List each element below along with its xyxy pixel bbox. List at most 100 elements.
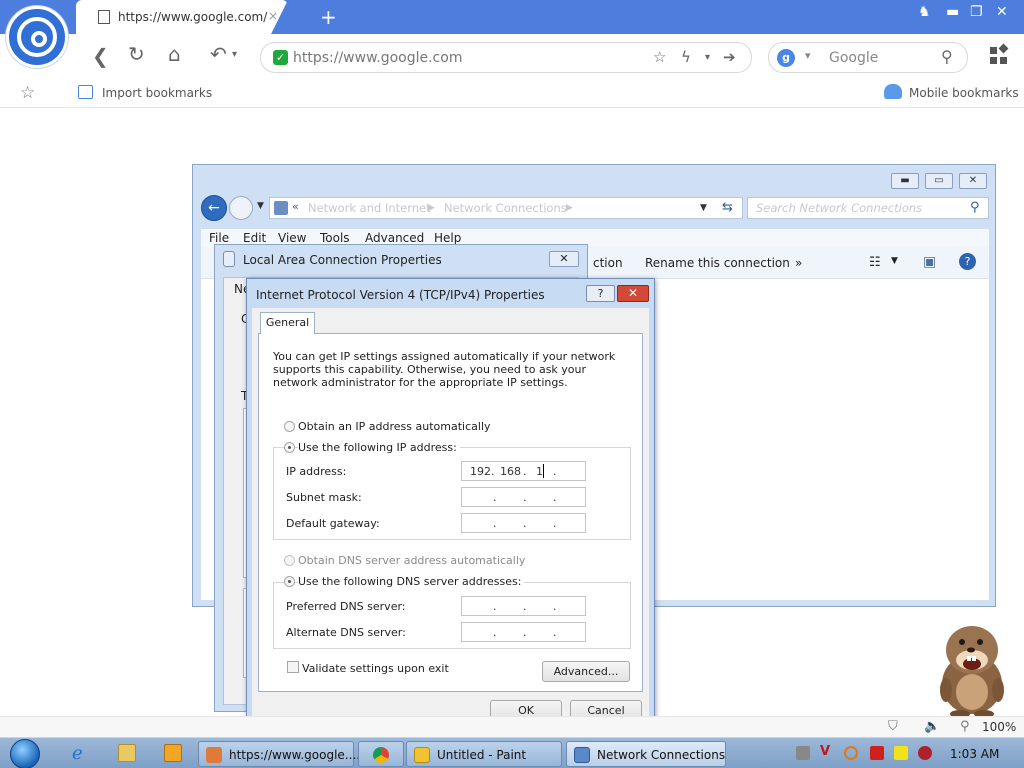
zoom-icon[interactable]: ⚲ — [960, 719, 970, 734]
forward-arrow-icon[interactable] — [229, 196, 253, 220]
taskbar-item-network-connections[interactable]: Network Connections — [566, 741, 726, 767]
menu-help[interactable]: Help — [434, 231, 461, 245]
menu-file[interactable]: File — [209, 231, 229, 245]
restore-icon[interactable]: ❐ — [970, 4, 983, 20]
close-button[interactable]: ✕ — [617, 285, 649, 302]
menu-edit[interactable]: Edit — [243, 231, 266, 245]
menu-view[interactable]: View — [278, 231, 306, 245]
zoom-level[interactable]: 100% — [982, 720, 1016, 734]
help-button[interactable]: ? — [586, 285, 615, 302]
skin-icon[interactable]: ♞ — [918, 4, 931, 20]
chevron-down-icon[interactable]: ▾ — [805, 49, 811, 62]
favorite-star-icon[interactable]: ☆ — [653, 48, 666, 66]
shield-icon[interactable]: ⛉ — [888, 719, 898, 734]
menu-tools[interactable]: Tools — [320, 231, 350, 245]
back-icon[interactable]: ❮ — [92, 44, 109, 68]
speaker-icon[interactable]: 🔈 — [924, 719, 940, 734]
validate-checkbox[interactable] — [287, 661, 299, 673]
view-options-icon[interactable]: ☷ — [869, 255, 881, 270]
minimize-button[interactable]: ▬ — [891, 173, 919, 189]
bookmark-star-icon[interactable]: ☆ — [20, 83, 35, 103]
more-commands-icon[interactable]: » — [795, 256, 802, 270]
explorer-address-bar[interactable]: « Network and Internet ▶ Network Connect… — [269, 197, 743, 219]
search-network-input[interactable]: Search Network Connections ⚲ — [747, 197, 989, 219]
ip-octet-1: 192 — [470, 465, 491, 478]
obtain-dns-auto-label[interactable]: Obtain DNS server address automatically — [298, 554, 525, 567]
menu-advanced[interactable]: Advanced — [365, 231, 424, 245]
mobile-bookmarks-link[interactable]: Mobile bookmarks — [909, 86, 1019, 100]
obtain-ip-auto-radio[interactable] — [284, 421, 295, 432]
tab-close-icon[interactable]: × — [268, 9, 278, 23]
minimize-icon[interactable]: ▬ — [946, 4, 959, 20]
undo-close-icon[interactable]: ↶ — [210, 42, 227, 66]
search-engine-name[interactable]: Google — [829, 50, 878, 66]
ip-address-input[interactable]: 192 . 168 . 1 . — [461, 461, 586, 481]
obtain-dns-auto-radio[interactable] — [284, 555, 295, 566]
chevron-down-icon[interactable]: ▼ — [257, 201, 264, 211]
search-icon[interactable]: ⚲ — [941, 47, 953, 66]
obtain-ip-auto-label[interactable]: Obtain an IP address automatically — [298, 420, 491, 433]
reload-icon[interactable]: ↻ — [128, 42, 145, 66]
chevron-down-icon[interactable]: ▼ — [700, 203, 707, 213]
advanced-button[interactable]: Advanced... — [542, 661, 630, 682]
default-gateway-input[interactable]: . . . — [461, 513, 586, 533]
validate-label[interactable]: Validate settings upon exit — [302, 662, 449, 675]
alternate-dns-input[interactable]: . . . — [461, 622, 586, 642]
use-following-ip-label[interactable]: Use the following IP address: — [298, 441, 460, 454]
chevron-down-icon[interactable]: ▼ — [891, 256, 898, 266]
ip-octet-2: 168 — [500, 465, 521, 478]
use-following-dns-radio[interactable] — [284, 576, 295, 587]
folder-icon[interactable] — [118, 744, 136, 762]
breadcrumb-overflow-icon[interactable]: « — [292, 200, 299, 213]
search-engine-icon[interactable]: g — [777, 49, 795, 67]
tray-flag-icon[interactable] — [870, 746, 884, 760]
apps-grid-icon[interactable] — [990, 43, 1009, 65]
ie-icon[interactable]: ℯ — [72, 743, 90, 764]
browser-tab[interactable]: https://www.google.com/ × — [76, 0, 288, 34]
browser-logo-icon[interactable] — [6, 6, 68, 68]
chevron-down-icon[interactable]: ▾ — [232, 49, 237, 60]
preferred-dns-input[interactable]: . . . — [461, 596, 586, 616]
home-icon[interactable]: ⌂ — [168, 42, 181, 66]
subnet-mask-label: Subnet mask: — [286, 491, 362, 504]
taskbar-item-browser[interactable]: https://www.google.... — [198, 741, 360, 767]
address-bar[interactable]: ✓ https://www.google.com ☆ ϟ ▾ ➔ — [260, 42, 752, 73]
tab-general[interactable]: General — [260, 312, 315, 334]
back-arrow-icon[interactable]: ← — [201, 195, 227, 221]
tray-v-icon[interactable]: V — [820, 744, 834, 759]
chevron-down-icon[interactable]: ▾ — [705, 52, 710, 63]
import-bookmarks-link[interactable]: Import bookmarks — [102, 86, 212, 100]
browser-chrome: https://www.google.com/ × + ♞ ▬ ❐ ✕ ❮ ↻ … — [0, 0, 1024, 110]
taskbar-item-label: Network Connections — [597, 748, 726, 762]
new-tab-icon[interactable]: + — [320, 5, 337, 29]
refresh-icon[interactable]: ⇆ — [722, 200, 733, 215]
help-icon[interactable]: ? — [959, 253, 976, 270]
tray-app-icon[interactable] — [796, 746, 810, 760]
use-following-ip-radio[interactable] — [284, 442, 295, 453]
subnet-mask-input[interactable]: . . . — [461, 487, 586, 507]
command-partial[interactable]: ction — [593, 256, 623, 270]
maximize-button[interactable]: ▭ — [925, 173, 953, 189]
close-button[interactable]: ✕ — [959, 173, 987, 189]
breadcrumb-network-connections[interactable]: Network Connections — [444, 201, 567, 215]
tray-note-icon[interactable] — [894, 746, 908, 760]
window-title: Local Area Connection Properties — [243, 253, 442, 267]
tray-record-icon[interactable] — [918, 746, 932, 760]
start-button[interactable] — [10, 739, 40, 768]
tray-search-icon[interactable] — [844, 746, 858, 760]
lightning-icon[interactable]: ϟ — [681, 48, 691, 66]
breadcrumb-network-internet[interactable]: Network and Internet — [308, 201, 431, 215]
go-arrow-icon[interactable]: ➔ — [723, 48, 736, 66]
preview-pane-icon[interactable]: ▣ — [923, 254, 936, 270]
close-button[interactable]: ✕ — [549, 251, 579, 267]
search-icon[interactable]: ⚲ — [970, 200, 980, 215]
taskbar-item-paint[interactable]: Untitled - Paint — [406, 741, 562, 767]
close-icon[interactable]: ✕ — [996, 4, 1008, 20]
search-box[interactable]: g ▾ Google ⚲ — [768, 42, 968, 73]
media-player-icon[interactable] — [164, 744, 182, 762]
rename-connection-command[interactable]: Rename this connection — [645, 256, 790, 270]
use-following-dns-label[interactable]: Use the following DNS server addresses: — [298, 575, 525, 588]
clock[interactable]: 1:03 AM — [950, 747, 999, 761]
address-text[interactable]: https://www.google.com — [293, 50, 462, 66]
taskbar-item-chrome[interactable] — [358, 741, 404, 767]
